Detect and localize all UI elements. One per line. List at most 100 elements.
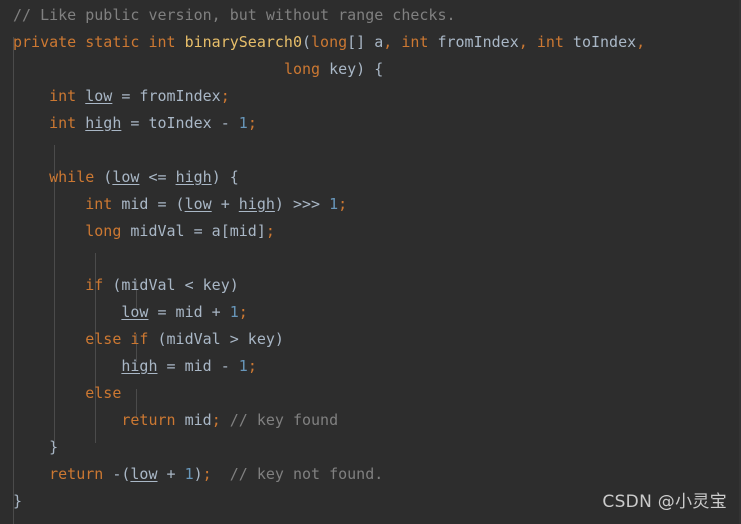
code-token: // key not found.	[229, 465, 384, 483]
code-token: low	[184, 195, 212, 213]
code-token: ;	[220, 87, 230, 105]
code-token: int	[85, 195, 113, 213]
code-editor-content[interactable]: // Like public version, but without rang…	[0, 0, 741, 524]
code-screenshot: // Like public version, but without rang…	[0, 0, 741, 524]
code-token: ,	[636, 33, 646, 51]
code-token: = toIndex -	[121, 114, 239, 132]
code-token: mid = (	[112, 195, 185, 213]
code-line[interactable]: high = mid - 1;	[13, 353, 257, 380]
code-line[interactable]: long midVal = a[mid];	[13, 218, 275, 245]
code-token: high	[121, 357, 158, 375]
code-token: mid	[175, 411, 212, 429]
code-token: private	[13, 33, 77, 51]
code-token: int	[49, 87, 77, 105]
csdn-watermark: CSDN @小灵宝	[602, 492, 727, 512]
code-token: return	[121, 411, 176, 429]
code-token: (	[302, 33, 312, 51]
code-token: low	[121, 303, 149, 321]
code-token: int	[401, 33, 429, 51]
code-token: 1	[238, 114, 248, 132]
code-token: +	[211, 195, 239, 213]
code-token: long	[85, 222, 122, 240]
code-token: low	[85, 87, 113, 105]
code-token: int	[148, 33, 176, 51]
code-line[interactable]	[13, 245, 22, 272]
code-line[interactable]: int low = fromIndex;	[13, 83, 230, 110]
code-token: ,	[518, 33, 528, 51]
code-token: ;	[338, 195, 348, 213]
code-token: (midVal > key)	[148, 330, 284, 348]
code-token: [] a	[347, 33, 384, 51]
code-token: ;	[202, 465, 212, 483]
code-line[interactable]	[13, 137, 22, 164]
code-line[interactable]: if (midVal < key)	[13, 272, 239, 299]
code-token: int	[49, 114, 77, 132]
code-line[interactable]: }	[13, 488, 22, 515]
code-line[interactable]: else	[13, 380, 121, 407]
code-token: ) >>>	[274, 195, 330, 213]
code-line[interactable]: return mid; // key found	[13, 407, 338, 434]
code-token: +	[157, 465, 185, 483]
code-token: }	[13, 492, 23, 510]
code-token: low	[130, 465, 158, 483]
code-token: = mid -	[157, 357, 239, 375]
code-token: = mid +	[148, 303, 230, 321]
code-line[interactable]: int high = toIndex - 1;	[13, 110, 257, 137]
code-token: ;	[247, 357, 257, 375]
code-line[interactable]: while (low <= high) {	[13, 164, 239, 191]
code-token: 1	[238, 357, 248, 375]
code-token: long	[283, 60, 321, 78]
code-token: 1	[184, 465, 194, 483]
code-token: (	[94, 168, 113, 186]
code-line[interactable]: private static int binarySearch0(long[] …	[13, 29, 645, 56]
code-token: midVal = a[mid]	[121, 222, 266, 240]
code-token: // Like public version, but without rang…	[13, 6, 456, 24]
code-token: 1	[229, 303, 239, 321]
code-token: high	[85, 114, 122, 132]
code-token: while	[49, 168, 95, 186]
code-line[interactable]: }	[13, 434, 58, 461]
code-token: )	[193, 465, 203, 483]
code-token: 1	[329, 195, 339, 213]
code-line[interactable]: // Like public version, but without rang…	[13, 2, 456, 29]
code-token: static	[85, 33, 140, 51]
code-token: high	[175, 168, 212, 186]
code-line[interactable]: int mid = (low + high) >>> 1;	[13, 191, 347, 218]
code-token: ;	[211, 411, 221, 429]
code-token: // key found	[229, 411, 339, 429]
code-line[interactable]: low = mid + 1;	[13, 299, 247, 326]
code-token: key) {	[320, 60, 384, 78]
code-token: -(	[103, 465, 131, 483]
code-line[interactable]: long key) {	[13, 56, 383, 83]
code-token: = fromIndex	[112, 87, 221, 105]
code-token: high	[238, 195, 275, 213]
code-line[interactable]: return -(low + 1); // key not found.	[13, 461, 383, 488]
code-token: else	[85, 384, 122, 402]
code-token: (midVal < key)	[103, 276, 239, 294]
code-token: long	[311, 33, 348, 51]
code-token: binarySearch0	[184, 33, 302, 51]
code-token: }	[13, 438, 59, 456]
code-token: int	[536, 33, 564, 51]
code-line[interactable]: else if (midVal > key)	[13, 326, 284, 353]
